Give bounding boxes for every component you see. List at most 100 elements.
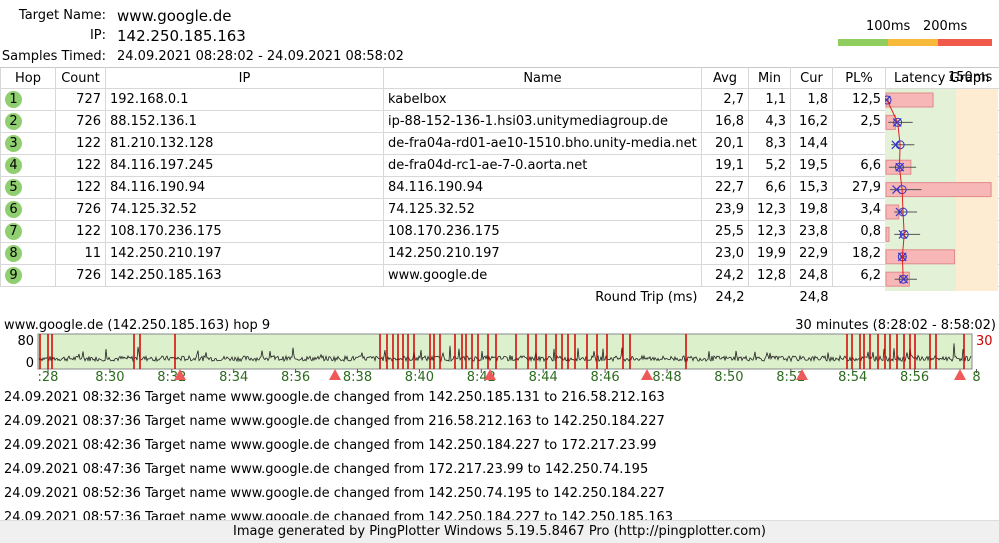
hop-count: 122: [56, 221, 106, 243]
hop-avg: 25,5: [702, 221, 749, 243]
hop-avg: 20,1: [702, 133, 749, 155]
hop-number: 4: [5, 157, 22, 174]
hop-ip: 81.210.132.128: [106, 133, 384, 155]
hop-row[interactable]: 9726142.250.185.163www.google.de24,212,8…: [1, 265, 999, 287]
hop-min: 19,9: [749, 243, 791, 265]
latency-scale-bar: [838, 39, 992, 46]
hop-ip: 108.170.236.175: [106, 221, 384, 243]
hop-ip: 142.250.210.197: [106, 243, 384, 265]
col-min[interactable]: Min: [749, 68, 791, 89]
latency-graph: [885, 89, 998, 291]
scale-warn-segment: [888, 39, 938, 46]
hop-name: www.google.de: [384, 265, 702, 287]
hop-count: 11: [56, 243, 106, 265]
scale-good-segment: [838, 39, 888, 46]
col-count[interactable]: Count: [56, 68, 106, 89]
hop-row[interactable]: 1727192.168.0.1kabelbox2,71,11,812,5: [1, 89, 999, 111]
hop-row[interactable]: 7122108.170.236.175108.170.236.17525,512…: [1, 221, 999, 243]
timeline-tick-label: 8:44: [529, 370, 558, 383]
hop-count: 727: [56, 89, 106, 111]
hop-row[interactable]: 272688.152.136.1ip-88-152-136-1.hsi03.un…: [1, 111, 999, 133]
hop-cur: 22,9: [791, 243, 833, 265]
hop-number: 1: [5, 91, 22, 108]
timeline-tick-label: 8:34: [219, 370, 248, 383]
hop-cur: 19,8: [791, 199, 833, 221]
hop-ip: 84.116.197.245: [106, 155, 384, 177]
timeline-y-min: 0: [26, 356, 34, 371]
hop-avg: 19,1: [702, 155, 749, 177]
timeline-tick-label: 8:30: [95, 370, 124, 383]
hop-avg: 22,7: [702, 177, 749, 199]
timeline-right-label: 30: [976, 334, 993, 349]
hop-number: 8: [5, 245, 22, 262]
timeline-tick-label: 8:38: [343, 370, 372, 383]
hop-name: 84.116.190.94: [384, 177, 702, 199]
hop-name: ip-88-152-136-1.hsi03.unitymediagroup.de: [384, 111, 702, 133]
col-cur[interactable]: Cur: [791, 68, 833, 89]
hop-cur: 14,4: [791, 133, 833, 155]
hop-row[interactable]: 512284.116.190.9484.116.190.9422,76,615,…: [1, 177, 999, 199]
col-pl[interactable]: PL%: [833, 68, 886, 89]
col-avg[interactable]: Avg: [702, 68, 749, 89]
hop-row[interactable]: 811142.250.210.197142.250.210.19723,019,…: [1, 243, 999, 265]
hop-row[interactable]: 312281.210.132.128de-fra04a-rd01-ae10-15…: [1, 133, 999, 155]
event-entry: 24.09.2021 08:37:36 Target name www.goog…: [4, 410, 994, 434]
target-name-value: www.google.de: [117, 7, 232, 25]
hop-count: 726: [56, 265, 106, 287]
hop-count: 122: [56, 155, 106, 177]
col-ip[interactable]: IP: [106, 68, 384, 89]
hop-cur: 24,8: [791, 265, 833, 287]
hop-ip: 192.168.0.1: [106, 89, 384, 111]
hop-name: de-fra04a-rd01-ae10-1510.bho.unity-media…: [384, 133, 702, 155]
event-entry: 24.09.2021 08:42:36 Target name www.goog…: [4, 434, 994, 458]
round-trip-avg: 24,2: [702, 287, 749, 309]
hop-number: 7: [5, 223, 22, 240]
timeline-tick-label: 8: [972, 370, 980, 383]
hop-avg: 23,0: [702, 243, 749, 265]
col-hop[interactable]: Hop: [1, 68, 56, 89]
packet-loss-bar: [886, 250, 955, 264]
hop-name: de-fra04d-rc1-ae-7-0.aorta.net: [384, 155, 702, 177]
hop-pl: 2,5: [833, 111, 886, 133]
hop-name: kabelbox: [384, 89, 702, 111]
hop-table: Hop Count IP Name Avg Min Cur PL% Latenc…: [0, 67, 999, 309]
scale-100-label: 100ms: [866, 19, 910, 34]
hop-min: 5,2: [749, 155, 791, 177]
hop-pl: [833, 133, 886, 155]
latency-scale-labels: 100ms 200ms: [866, 19, 996, 35]
timeline-change-marker[interactable]: [954, 369, 966, 380]
col-latency-graph[interactable]: Latency Graph 150ms: [886, 68, 999, 89]
ip-value: 142.250.185.163: [117, 27, 246, 45]
hop-cur: 15,3: [791, 177, 833, 199]
hop-count: 726: [56, 199, 106, 221]
col-name[interactable]: Name: [384, 68, 702, 89]
packet-loss-bar: [886, 227, 889, 241]
hop-min: 6,6: [749, 177, 791, 199]
hop-number: 9: [5, 267, 22, 284]
footer-credit: Image generated by PingPlotter Windows 5…: [0, 520, 999, 543]
timeline-tick-label: 8:48: [652, 370, 681, 383]
timeline-tick-label: 8:46: [590, 370, 619, 383]
target-header: Target Name: www.google.de IP: 142.250.1…: [0, 0, 999, 68]
hop-row[interactable]: 4 12284.116.197.245de-fra04d-rc1-ae-7-0.a…: [1, 155, 999, 177]
samples-timed-label: Samples Timed:: [2, 49, 106, 64]
timeline-chart[interactable]: 80 0 30 :288:308:328:348:368:388:408:428…: [0, 331, 999, 383]
hop-pl: 6,2: [833, 265, 886, 287]
hop-min: 12,3: [749, 221, 791, 243]
hop-ip: 88.152.136.1: [106, 111, 384, 133]
hop-min: 12,3: [749, 199, 791, 221]
hop-number: 2: [5, 113, 22, 130]
timeline-change-marker[interactable]: [329, 369, 341, 380]
timeline-change-marker[interactable]: [641, 369, 653, 380]
hop-ip: 84.116.190.94: [106, 177, 384, 199]
round-trip-label: Round Trip (ms): [1, 287, 702, 309]
event-entry: 24.09.2021 08:52:36 Target name www.goog…: [4, 482, 994, 506]
hop-ip: 74.125.32.52: [106, 199, 384, 221]
hop-pl: 18,2: [833, 243, 886, 265]
hop-row[interactable]: 672674.125.32.5274.125.32.5223,912,319,8…: [1, 199, 999, 221]
hop-min: 12,8: [749, 265, 791, 287]
timeline-tick-label: 8:54: [838, 370, 867, 383]
ip-label: IP:: [90, 28, 106, 43]
hop-count: 122: [56, 133, 106, 155]
timeline-plot-area: [38, 334, 972, 369]
